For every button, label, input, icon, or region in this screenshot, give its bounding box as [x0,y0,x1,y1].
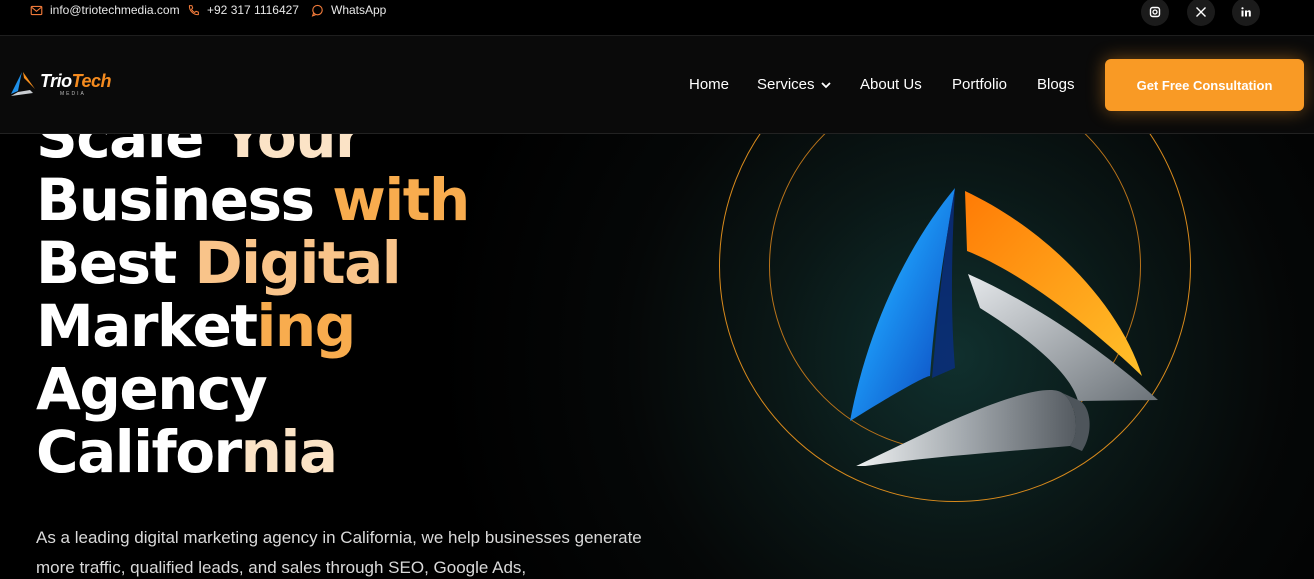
headline-word: Best [36,229,195,297]
phone-link[interactable]: +92 317 1116427 [187,3,299,17]
hero-paragraph: As a leading digital marketing agency in… [36,528,642,577]
x-twitter-link[interactable] [1187,0,1215,26]
nav-home[interactable]: Home [689,76,729,93]
chevron-down-icon [820,81,831,88]
whatsapp-link[interactable]: WhatsApp [311,3,386,17]
logo-text-trio: Trio [40,71,72,91]
headline-word: with [332,166,470,234]
nav-home-label: Home [689,76,730,93]
x-twitter-icon [1196,7,1206,17]
logo[interactable]: TrioTech MEDIA [8,68,118,100]
instagram-icon [1149,6,1161,18]
phone-icon [188,4,199,15]
phone-text: +92 317 1116427 [207,3,299,17]
headline-word: Digital [194,229,402,297]
linkedin-icon [1241,7,1251,17]
nav-services[interactable]: Services [757,76,831,93]
nav-portfolio[interactable]: Portfolio [952,76,1007,93]
instagram-link[interactable] [1141,0,1169,26]
get-free-consultation-button[interactable]: Get Free Consultation [1105,59,1304,111]
brand-emblem-icon [850,188,1158,466]
headline-word: Agency [36,355,268,423]
logo-subtitle: MEDIA [60,91,86,97]
nav-services-label: Services [757,76,815,93]
headline-word: Califor [36,418,242,486]
logo-mark-icon [11,72,35,96]
nav-portfolio-label: Portfolio [952,76,1008,93]
top-contact-bar: info@triotechmedia.com +92 317 1116427 W… [0,0,1314,36]
nav-about-label: About Us [860,76,922,93]
whatsapp-text: WhatsApp [331,3,387,17]
linkedin-link[interactable] [1232,0,1260,26]
nav-about-us[interactable]: About Us [860,76,922,93]
nav-blogs-label: Blogs [1037,76,1075,93]
hero-headline: Scale Your Business with Best Digital Ma… [36,106,676,484]
headline-word: Business [36,166,333,234]
headline-word: Market [36,292,258,360]
nav-blogs[interactable]: Blogs [1037,76,1075,93]
headline-word: ing [256,292,357,360]
email-text: info@triotechmedia.com [50,3,180,17]
email-link[interactable]: info@triotechmedia.com [30,3,180,17]
mail-icon [30,5,43,15]
main-navbar: TrioTech MEDIA Home Services About Us Po… [0,36,1314,134]
whatsapp-icon [311,4,323,17]
headline-word: nia [240,418,338,486]
logo-text-tech: Tech [71,71,112,91]
